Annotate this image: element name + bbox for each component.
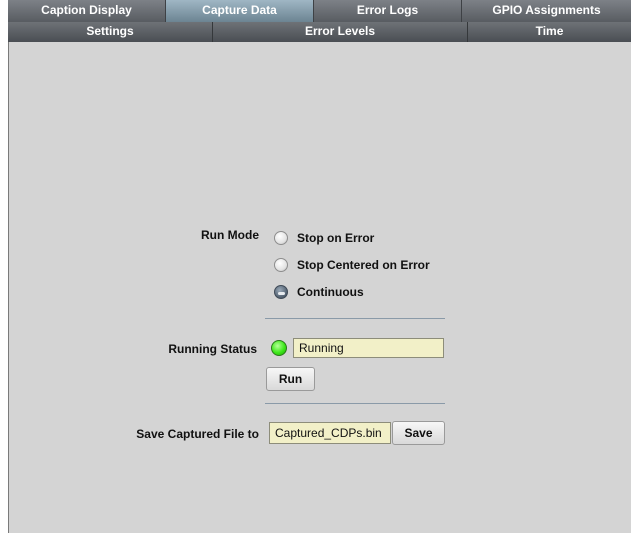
app-window: Caption Display Capture Data Error Logs … bbox=[0, 0, 631, 533]
capture-data-panel: Run Mode Stop on Error Stop Centered on … bbox=[8, 42, 631, 533]
save-filename-input[interactable]: Captured_CDPs.bin bbox=[269, 422, 391, 444]
tab-settings[interactable]: Settings bbox=[8, 22, 213, 42]
radio-label: Continuous bbox=[297, 285, 364, 299]
tab-caption-display[interactable]: Caption Display bbox=[8, 0, 166, 22]
tab-capture-data[interactable]: Capture Data bbox=[166, 0, 314, 22]
divider bbox=[265, 318, 445, 319]
save-button[interactable]: Save bbox=[392, 421, 445, 445]
radio-button-checked-icon[interactable] bbox=[274, 285, 288, 299]
tab-time[interactable]: Time bbox=[468, 22, 631, 42]
run-mode-label: Run Mode bbox=[201, 228, 259, 242]
tab-error-logs[interactable]: Error Logs bbox=[314, 0, 462, 22]
tab-gpio-assignments[interactable]: GPIO Assignments bbox=[462, 0, 631, 22]
radio-label: Stop Centered on Error bbox=[297, 258, 430, 272]
divider bbox=[265, 403, 445, 404]
radio-continuous[interactable]: Continuous bbox=[274, 283, 364, 301]
radio-stop-centered-on-error[interactable]: Stop Centered on Error bbox=[274, 256, 430, 274]
tab-bar: Caption Display Capture Data Error Logs … bbox=[8, 0, 631, 42]
status-indicator-icon bbox=[271, 340, 287, 356]
tab-error-levels[interactable]: Error Levels bbox=[213, 22, 468, 42]
radio-label: Stop on Error bbox=[297, 231, 375, 245]
running-status-label: Running Status bbox=[168, 342, 257, 356]
save-file-label: Save Captured File to bbox=[136, 427, 259, 441]
radio-button-icon[interactable] bbox=[274, 231, 288, 245]
run-button[interactable]: Run bbox=[266, 367, 315, 391]
radio-stop-on-error[interactable]: Stop on Error bbox=[274, 229, 374, 247]
running-status-field: Running bbox=[293, 338, 444, 358]
radio-button-icon[interactable] bbox=[274, 258, 288, 272]
